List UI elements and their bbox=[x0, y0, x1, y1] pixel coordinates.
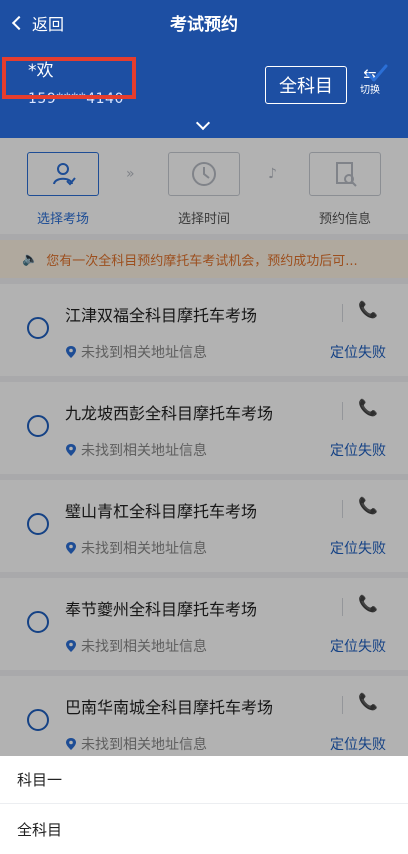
switch-label: 切换 bbox=[360, 85, 380, 96]
option-subject-one[interactable]: 科目一 bbox=[0, 756, 408, 804]
option-all-subjects[interactable]: 全科目 bbox=[0, 805, 408, 853]
subject-picker-sheet: 科目一 全科目 bbox=[0, 756, 408, 854]
highlight-box bbox=[2, 57, 136, 99]
modal-overlay[interactable] bbox=[0, 138, 408, 758]
page-title: 考试预约 bbox=[170, 15, 238, 35]
nav-bar: 返回 考试预约 bbox=[0, 0, 408, 46]
subject-button[interactable]: 全科目 bbox=[265, 66, 347, 104]
checkmark-icon bbox=[366, 64, 388, 82]
chevron-down-icon[interactable] bbox=[195, 115, 211, 131]
